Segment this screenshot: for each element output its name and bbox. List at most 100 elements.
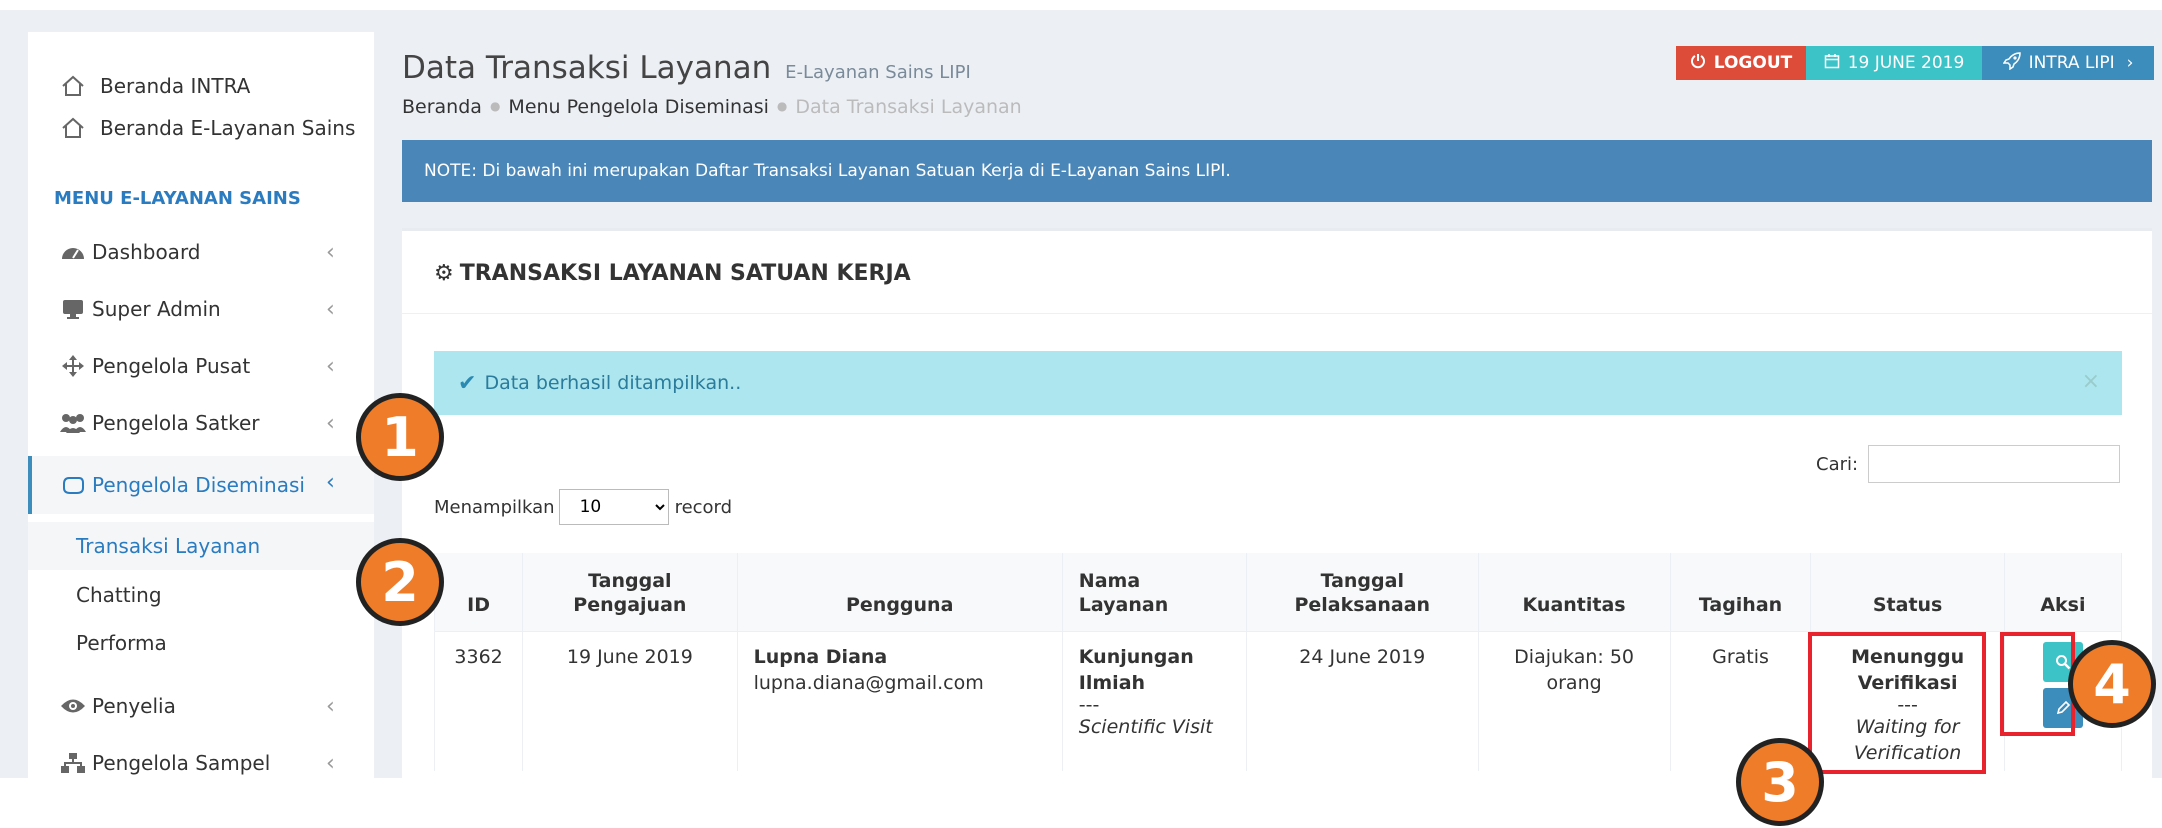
- sidebar-item-label: Super Admin: [92, 297, 221, 321]
- user-name: Lupna Diana: [753, 645, 888, 668]
- header-line: Pelaksanaan: [1294, 593, 1431, 616]
- header-line: Tanggal: [1320, 569, 1404, 592]
- length-suffix: record: [674, 496, 733, 518]
- service-name-line: Ilmiah: [1078, 671, 1146, 694]
- sidebar-item-pengelola-satker[interactable]: Pengelola Satker ‹: [28, 399, 374, 447]
- logout-label: LOGOUT: [1713, 53, 1793, 73]
- chevron-left-icon: ‹: [326, 297, 335, 322]
- sidebar-subitem-performa[interactable]: Performa: [28, 619, 374, 667]
- sidebar-item-beranda-intra[interactable]: Beranda INTRA: [28, 62, 374, 110]
- power-icon: [1690, 53, 1706, 74]
- cell-nama-layanan: Kunjungan Ilmiah --- Scientific Visit: [1062, 631, 1247, 771]
- cell-id: 3362: [433, 631, 524, 771]
- box-title-text: TRANSAKSI LAYANAN SATUAN KERJA: [459, 261, 911, 286]
- sidebar-item-label: Pengelola Sampel: [92, 751, 271, 775]
- monitor-icon: [58, 294, 88, 324]
- cell-kuantitas: Diajukan: 50 orang: [1478, 631, 1671, 771]
- sidebar-item-dashboard[interactable]: Dashboard ‹: [28, 228, 374, 276]
- service-name-en: Scientific Visit: [1078, 715, 1213, 738]
- chevron-left-icon: ‹: [326, 751, 335, 776]
- sidebar-item-label: Pengelola Pusat: [92, 354, 251, 378]
- sidebar-item-penyelia[interactable]: Penyelia ‹: [28, 682, 374, 730]
- sidebar-subitem-chatting[interactable]: Chatting: [28, 571, 374, 619]
- divider: [402, 313, 2152, 314]
- search-label: Cari:: [1816, 453, 1859, 475]
- date-label: 19 JUNE 2019: [1847, 53, 1965, 73]
- intra-lipi-button[interactable]: INTRA LIPI ›: [1982, 46, 2154, 80]
- breadcrumb-menu-link[interactable]: Menu Pengelola Diseminasi: [508, 96, 768, 118]
- logout-button[interactable]: LOGOUT: [1676, 46, 1806, 80]
- calendar-icon: [1824, 53, 1840, 74]
- records-length-control: Menampilkan 10 record: [434, 489, 732, 525]
- sidebar-section-header: MENU E-LAYANAN SAINS: [54, 188, 301, 209]
- breadcrumb-home-link[interactable]: Beranda: [402, 96, 482, 118]
- page-title-text: Data Transaksi Layanan: [402, 50, 772, 86]
- arrows-icon: [58, 351, 88, 381]
- sidebar-item-beranda-elayanan[interactable]: Beranda E-Layanan Sains: [28, 104, 374, 152]
- breadcrumb-separator: ●: [776, 99, 788, 113]
- sidebar-item-label: Pengelola Diseminasi: [92, 473, 305, 497]
- check-icon: ✔: [458, 370, 477, 396]
- hand-icon: [58, 470, 88, 500]
- success-alert: ✔ Data berhasil ditampilkan.. ×: [434, 351, 2122, 415]
- sidebar-item-label: Beranda INTRA: [100, 74, 251, 98]
- service-name-line: Kunjungan: [1078, 645, 1194, 668]
- sidebar-item-label: Dashboard: [92, 240, 201, 264]
- users-icon: [58, 408, 88, 438]
- gear-icon: ⚙: [434, 261, 454, 286]
- sidebar-item-label: Beranda E-Layanan Sains: [100, 116, 356, 140]
- column-header-pengguna[interactable]: Pengguna: [737, 553, 1063, 632]
- header-line: Tanggal: [588, 569, 672, 592]
- dashboard-icon: [58, 237, 88, 267]
- actions-highlight-box: [2000, 632, 2075, 736]
- column-header-id[interactable]: ID: [433, 553, 524, 632]
- service-separator: ---: [1078, 693, 1100, 716]
- header-line: Pengajuan: [573, 593, 687, 616]
- column-header-tanggal-pengajuan[interactable]: Tanggal Pengajuan: [522, 553, 738, 632]
- table-header-row: ID Tanggal Pengajuan Pengguna Nama Layanan…: [433, 553, 2123, 632]
- intra-lipi-label: INTRA LIPI: [2028, 53, 2115, 73]
- top-button-group: LOGOUT 19 JUNE 2019 INTRA LIPI ›: [1676, 46, 2154, 80]
- sidebar-item-super-admin[interactable]: Super Admin ‹: [28, 285, 374, 333]
- annotation-marker-3: 3: [1736, 738, 1824, 826]
- sidebar: Beranda INTRA Beranda E-Layanan Sains ME…: [28, 32, 374, 778]
- column-header-tagihan[interactable]: Tagihan: [1670, 553, 1812, 632]
- column-header-tanggal-pelaksanaan[interactable]: Tanggal Pelaksanaan: [1246, 553, 1479, 632]
- annotation-marker-4: 4: [2068, 640, 2156, 728]
- date-button[interactable]: 19 JUNE 2019: [1806, 46, 1982, 80]
- column-header-aksi: Aksi: [2004, 553, 2123, 632]
- sidebar-subitem-transaksi-layanan[interactable]: Transaksi Layanan: [28, 522, 374, 570]
- cell-tanggal-pelaksanaan: 24 June 2019: [1246, 631, 1479, 771]
- page-title: Data Transaksi Layanan E-Layanan Sains L…: [402, 50, 971, 86]
- cell-tanggal-pengajuan: 19 June 2019: [522, 631, 738, 771]
- length-prefix: Menampilkan: [434, 496, 555, 518]
- chevron-left-icon: ‹: [326, 411, 335, 436]
- sidebar-item-label: Penyelia: [92, 694, 176, 718]
- chevron-left-icon: ‹: [326, 354, 335, 379]
- user-email: lupna.diana@gmail.com: [753, 671, 984, 694]
- quantity-line: orang: [1546, 671, 1602, 694]
- home-icon: [58, 113, 88, 143]
- sidebar-item-pengelola-sampel[interactable]: Pengelola Sampel ‹: [28, 739, 374, 778]
- column-header-nama-layanan[interactable]: Nama Layanan: [1062, 553, 1247, 632]
- rocket-icon: [2002, 51, 2021, 75]
- column-header-kuantitas[interactable]: Kuantitas: [1478, 553, 1671, 632]
- records-per-page-select[interactable]: 10: [558, 489, 669, 525]
- search-input[interactable]: [1868, 445, 2121, 483]
- alert-text: Data berhasil ditampilkan..: [484, 372, 742, 394]
- chevron-left-icon: ‹: [326, 240, 335, 265]
- quantity-line: Diajukan: 50: [1514, 645, 1635, 668]
- sidebar-item-pengelola-pusat[interactable]: Pengelola Pusat ‹: [28, 342, 374, 390]
- header-line: Nama: [1078, 569, 1141, 592]
- status-highlight-box: [1808, 632, 1986, 774]
- cell-pengguna: Lupna Diana lupna.diana@gmail.com: [737, 631, 1063, 771]
- eye-icon: [58, 691, 88, 721]
- box-title: ⚙ TRANSAKSI LAYANAN SATUAN KERJA: [434, 261, 911, 286]
- search-area: Cari:: [1816, 445, 2121, 483]
- annotation-marker-1: 1: [356, 393, 444, 481]
- sidebar-item-label: Pengelola Satker: [92, 411, 260, 435]
- close-icon[interactable]: ×: [2082, 369, 2100, 394]
- column-header-status[interactable]: Status: [1810, 553, 2005, 632]
- sidebar-item-pengelola-diseminasi[interactable]: Pengelola Diseminasi ‹: [28, 456, 374, 514]
- header-line: Layanan: [1078, 593, 1169, 616]
